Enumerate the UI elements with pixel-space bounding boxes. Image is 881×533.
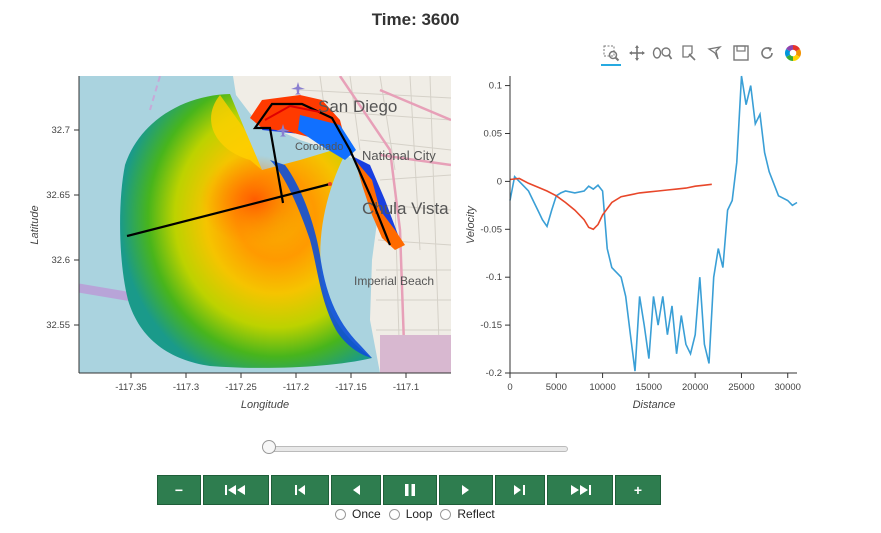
land-area [380, 335, 451, 373]
chart-x-tick-label: 20000 [682, 382, 708, 393]
reset-icon[interactable] [754, 40, 780, 66]
airport-icon [291, 82, 305, 95]
map-x-tick-label: -117.2 [283, 382, 309, 393]
map-y-tick-label: 32.65 [46, 190, 70, 201]
highway-lines [338, 76, 451, 373]
pause-button[interactable] [383, 475, 437, 505]
chart-x-tick-label: 10000 [589, 382, 615, 393]
tap-icon[interactable] [702, 40, 728, 66]
map-y-tick-label: 32.6 [52, 255, 71, 266]
map-x-axis-label: Longitude [241, 399, 289, 411]
slider-handle[interactable] [262, 440, 276, 454]
wheel-zoom-icon[interactable] [650, 40, 676, 66]
chart-x-tick-label: 30000 [775, 382, 801, 393]
chart-y-tick-label: -0.15 [480, 320, 502, 331]
map-x-tick-label: -117.25 [225, 382, 257, 393]
chart-x-tick-label: 25000 [728, 382, 754, 393]
velocity-field [120, 94, 372, 368]
pan-icon[interactable] [624, 40, 650, 66]
transect-line [126, 182, 331, 238]
chart-x-tick-label: 15000 [636, 382, 662, 393]
map-place-label: Chula Vista [362, 199, 449, 218]
radio-reflect[interactable]: Reflect [440, 507, 495, 521]
map-x-ticks [130, 373, 407, 378]
chart-y-tick-label: 0.1 [489, 81, 502, 92]
map-x-tick-label: -117.3 [173, 382, 199, 393]
previous-frame-button[interactable] [271, 475, 329, 505]
velocity-field [211, 95, 262, 170]
radio-loop[interactable]: Loop [388, 507, 433, 521]
velocity-field [250, 95, 345, 140]
faster-button[interactable]: + [615, 475, 661, 505]
ocean-background [79, 76, 451, 373]
highway-lines [79, 283, 151, 305]
map-y-ticks [74, 129, 79, 326]
loop-options: Once Loop Reflect [335, 507, 503, 521]
lasso-icon[interactable] [676, 40, 702, 66]
first-frame-button[interactable] [203, 475, 269, 505]
map-place-label: National City [362, 148, 436, 163]
map-x-tick-label: -117.1 [393, 382, 419, 393]
radio-once[interactable]: Once [335, 507, 381, 521]
map-y-tick-label: 32.7 [52, 125, 71, 136]
radio-label: Loop [405, 507, 433, 521]
reverse-play-button[interactable] [331, 475, 381, 505]
map-place-label: San Diego [318, 97, 397, 116]
map-place-label: Coronado [295, 141, 343, 153]
time-slider[interactable] [262, 440, 568, 455]
transect-line-overlay [264, 104, 321, 121]
play-button[interactable] [439, 475, 493, 505]
series-line-2 [509, 177, 712, 231]
chart-x-tick-label: 0 [507, 382, 512, 393]
series-line-1 [509, 75, 798, 372]
map-place-label: Imperial Beach [354, 274, 434, 288]
transect-endpoint [328, 182, 332, 186]
map-y-tick-label: 32.55 [46, 320, 70, 331]
radio-label: Once [352, 507, 381, 521]
radio-circle[interactable] [440, 508, 452, 520]
chart-y-tick-label: 0 [497, 176, 502, 187]
next-frame-button[interactable] [495, 475, 545, 505]
bokeh-logo-icon[interactable] [780, 40, 806, 66]
velocity-field [200, 155, 310, 245]
chart-y-axis-label: Velocity [465, 204, 477, 244]
slower-button[interactable]: − [157, 475, 201, 505]
chart-y-tick-label: -0.1 [486, 272, 502, 283]
transect-line [252, 102, 392, 246]
save-icon[interactable] [728, 40, 754, 66]
map-y-axis-label: Latitude [29, 205, 41, 244]
map-x-tick-label: -117.15 [335, 382, 367, 393]
plot-title: Time: 3600 [371, 10, 460, 29]
box-zoom-icon[interactable] [598, 40, 624, 66]
slider-track[interactable] [268, 446, 568, 452]
highway-lines [149, 76, 161, 111]
velocity-field [262, 122, 400, 245]
velocity-field [298, 115, 356, 160]
last-frame-button[interactable] [547, 475, 613, 505]
land-area [233, 76, 451, 373]
radio-circle[interactable] [335, 508, 346, 520]
chart-y-tick-label: -0.2 [486, 368, 502, 379]
map-x-tick-label: -117.35 [115, 382, 147, 393]
street-grid [299, 76, 451, 373]
airport-icon [276, 124, 290, 137]
player-controls: − + [157, 475, 663, 505]
velocity-field [355, 160, 405, 250]
chart-x-axis-label: Distance [633, 399, 676, 411]
radio-label: Reflect [457, 507, 495, 521]
chart-x-tick-label: 5000 [546, 382, 567, 393]
radio-circle[interactable] [388, 508, 400, 520]
chart-y-tick-label: 0.05 [484, 128, 503, 139]
plot-toolbar [598, 40, 806, 66]
velocity-field [270, 160, 372, 358]
chart-y-tick-label: -0.05 [480, 224, 502, 235]
